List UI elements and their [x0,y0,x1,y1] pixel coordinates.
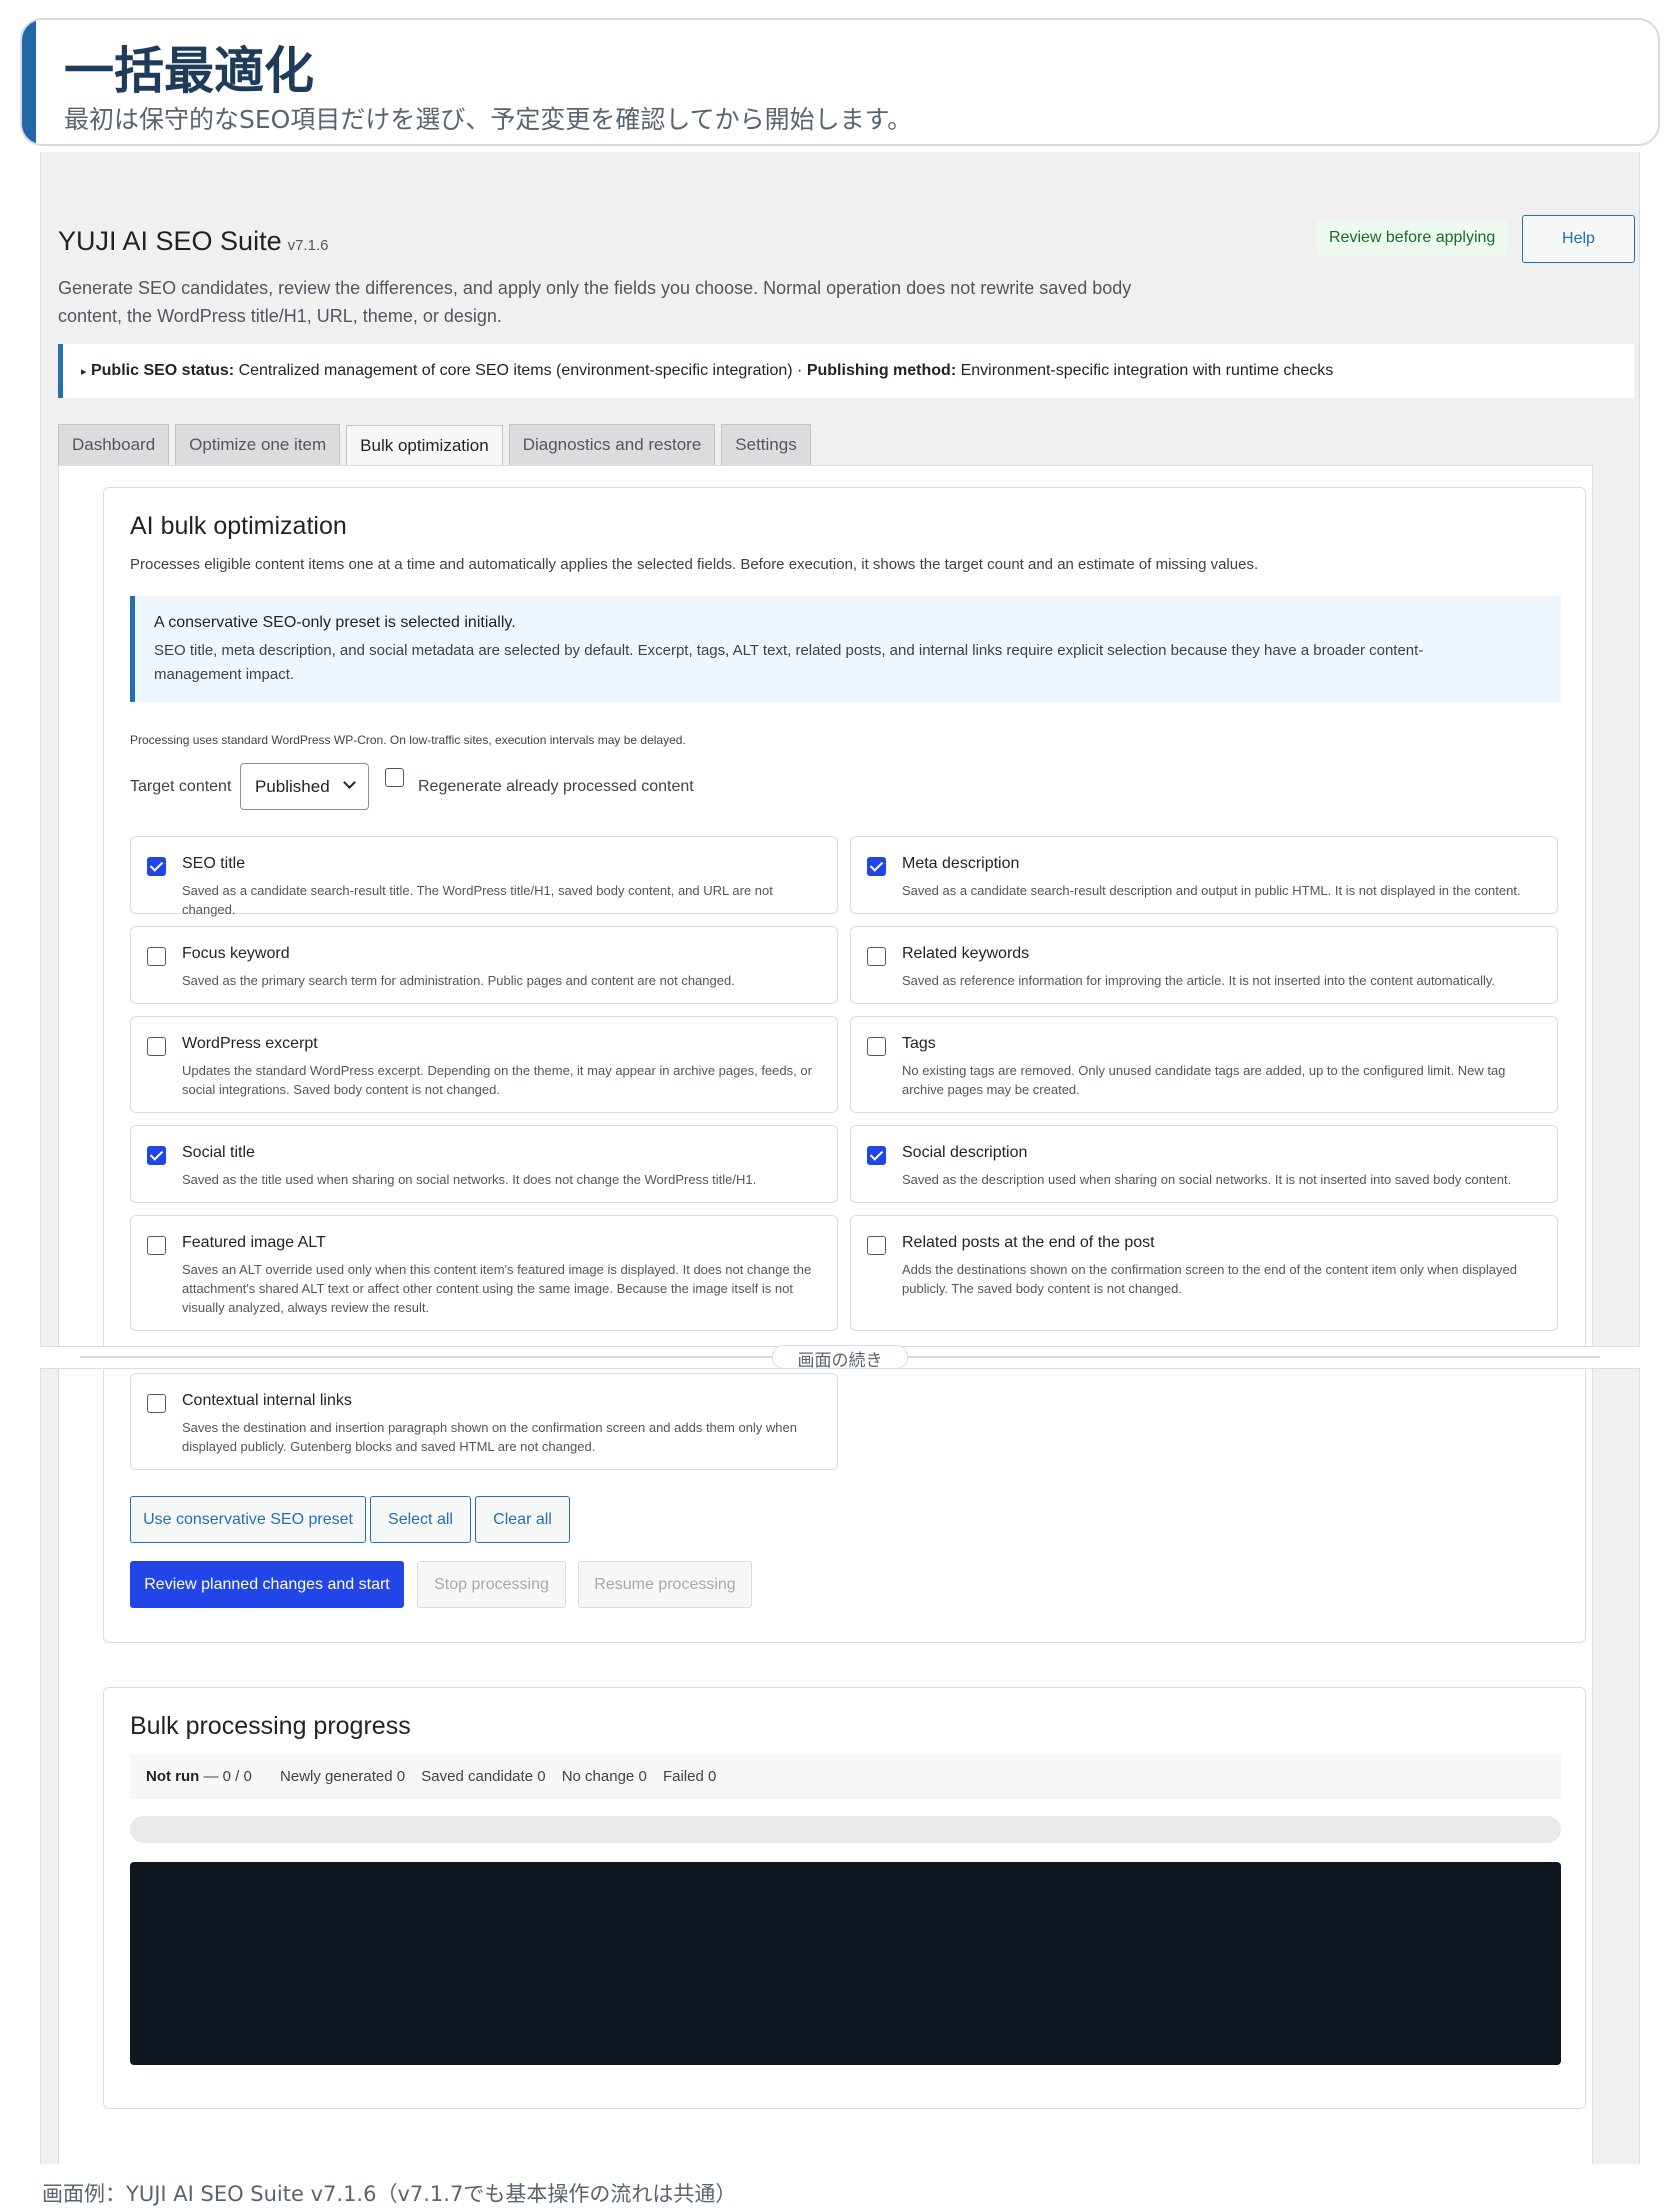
chevron-down-icon [343,776,356,789]
tab-dashboard[interactable]: Dashboard [58,424,170,465]
newly-generated-count: Newly generated 0 [280,1768,406,1785]
app-version: v7.1.6 [287,237,329,254]
page-title: 一括最適化 [64,42,314,100]
page-header-banner: 一括最適化 最初は保守的なSEO項目だけを選び、予定変更を確認してから開始します… [20,18,1660,146]
option-seo-title[interactable]: SEO title Saved as a candidate search-res… [130,836,838,917]
option-description: Adds the destinations shown on the confi… [902,1262,1517,1296]
option-related-keywords[interactable]: Related keywords Saved as reference infor… [850,926,1558,1004]
progress-bar [130,1816,1561,1843]
progress-stats: Not run — 0 / 0 Newly generated 0 Saved … [130,1754,1561,1799]
option-featured-image-alt[interactable]: Featured image ALT Saves an ALT override … [130,1215,838,1331]
option-description: No existing tags are removed. Only unuse… [902,1063,1506,1097]
failed-count: Failed 0 [662,1768,717,1785]
resume-processing-button[interactable]: Resume processing [578,1561,752,1608]
option-checkbox[interactable] [867,1146,886,1165]
progress-card: Bulk processing progress Not run — 0 / 0… [103,1687,1586,2109]
option-social-description[interactable]: Social description Saved as the descripti… [850,1125,1558,1203]
option-social-title[interactable]: Social title Saved as the title used when… [130,1125,838,1203]
continuation-label: 画面の続き [772,1345,908,1369]
option-description: Saved as the description used when shari… [902,1172,1512,1187]
bulk-optimization-card: AI bulk optimization Processes eligible … [103,487,1586,1346]
option-wordpress-excerpt[interactable]: WordPress excerpt Updates the standard Wo… [130,1016,838,1113]
preset-info-box: A conservative SEO-only preset is select… [130,596,1561,702]
target-content-label: Target content [130,778,232,795]
option-description: Saves an ALT override used only when thi… [182,1262,812,1315]
progress-count: — 0 / 0 [203,1768,252,1785]
tab-bulk-optimization[interactable]: Bulk optimization [346,425,503,466]
option-checkbox[interactable] [147,1037,166,1056]
regenerate-checkbox[interactable] [385,768,404,787]
select-all-button[interactable]: Select all [370,1496,471,1543]
option-checkbox[interactable] [867,947,886,966]
option-meta-description[interactable]: Meta description Saved as a candidate sea… [850,836,1558,914]
option-label: Meta description [902,855,1020,872]
option-tags[interactable]: Tags No existing tags are removed. Only u… [850,1016,1558,1113]
bulk-heading: AI bulk optimization [130,512,347,540]
cron-note: Processing uses standard WordPress WP-Cr… [130,733,686,747]
app-description: Generate SEO candidates, review the diff… [58,278,1132,326]
option-label: Tags [902,1035,936,1052]
option-label: SEO title [182,855,246,872]
start-button[interactable]: Review planned changes and start [130,1561,404,1608]
option-label: Focus keyword [182,945,290,962]
target-content-select[interactable]: Published [240,763,369,810]
saved-candidate-count: Saved candidate 0 [421,1768,546,1785]
info-title: A conservative SEO-only preset is select… [154,614,516,631]
help-button[interactable]: Help [1522,215,1635,263]
tab-bar: Dashboard Optimize one item Bulk optimiz… [58,424,811,466]
review-badge: Review before applying [1317,220,1508,256]
option-checkbox[interactable] [147,1236,166,1255]
conservative-preset-button[interactable]: Use conservative SEO preset [130,1496,366,1543]
bulk-intro: Processes eligible content items one at … [130,556,1259,573]
disclosure-arrow-icon: ▸ [81,366,87,378]
option-checkbox[interactable] [867,1236,886,1255]
progress-heading: Bulk processing progress [130,1712,411,1740]
info-body: SEO title, meta description, and social … [154,642,1424,683]
app-title: YUJI AI SEO Suite v7.1.6 [58,226,329,256]
stop-processing-button[interactable]: Stop processing [417,1561,566,1608]
screenshot-top: YUJI AI SEO Suite v7.1.6 Review before ap… [40,152,1640,1347]
option-checkbox[interactable] [147,947,166,966]
option-focus-keyword[interactable]: Focus keyword Saved as the primary search… [130,926,838,1004]
accent-bar [22,20,36,144]
clear-all-button[interactable]: Clear all [475,1496,570,1543]
option-checkbox[interactable] [867,1037,886,1056]
option-description: Saved as the primary search term for adm… [182,973,735,988]
option-related-posts[interactable]: Related posts at the end of the post Adds… [850,1215,1558,1331]
processing-log-console [130,1862,1561,2065]
progress-status: Not run [146,1768,200,1785]
screenshot-bottom: Contextual internal links Saves the dest… [40,1368,1640,2164]
option-label: Social title [182,1144,255,1161]
bulk-optimization-card-continued: Contextual internal links Saves the dest… [103,1369,1586,1643]
tab-panel-continued: Contextual internal links Saves the dest… [58,1369,1593,2164]
figure-caption: 画面例：YUJI AI SEO Suite v7.1.6（v7.1.7でも基本操… [42,2182,737,2206]
option-label: Related posts at the end of the post [902,1234,1155,1251]
option-contextual-internal-links[interactable]: Contextual internal links Saves the dest… [130,1373,838,1470]
option-description: Saved as a candidate search-result descr… [902,883,1521,898]
tab-settings[interactable]: Settings [721,424,811,465]
regenerate-label: Regenerate already processed content [418,778,694,795]
tab-panel: AI bulk optimization Processes eligible … [58,465,1593,1346]
option-description: Saved as a candidate search-result title… [182,883,773,917]
option-label: WordPress excerpt [182,1035,318,1052]
page-subtitle: 最初は保守的なSEO項目だけを選び、予定変更を確認してから開始します。 [64,105,913,134]
option-checkbox[interactable] [147,1146,166,1165]
option-checkbox[interactable] [147,857,166,876]
option-label: Social description [902,1144,1028,1161]
option-label: Related keywords [902,945,1030,962]
option-description: Updates the standard WordPress excerpt. … [182,1063,812,1097]
seo-status-notice[interactable]: ▸ Public SEO status: Centralized managem… [58,344,1634,398]
option-label: Featured image ALT [182,1234,326,1251]
tab-diagnostics[interactable]: Diagnostics and restore [508,424,716,465]
option-checkbox[interactable] [867,857,886,876]
option-checkbox[interactable] [147,1394,166,1413]
no-change-count: No change 0 [561,1768,647,1785]
option-description: Saved as reference information for impro… [902,973,1496,988]
option-description: Saved as the title used when sharing on … [182,1172,757,1187]
tab-optimize-one[interactable]: Optimize one item [175,424,341,465]
